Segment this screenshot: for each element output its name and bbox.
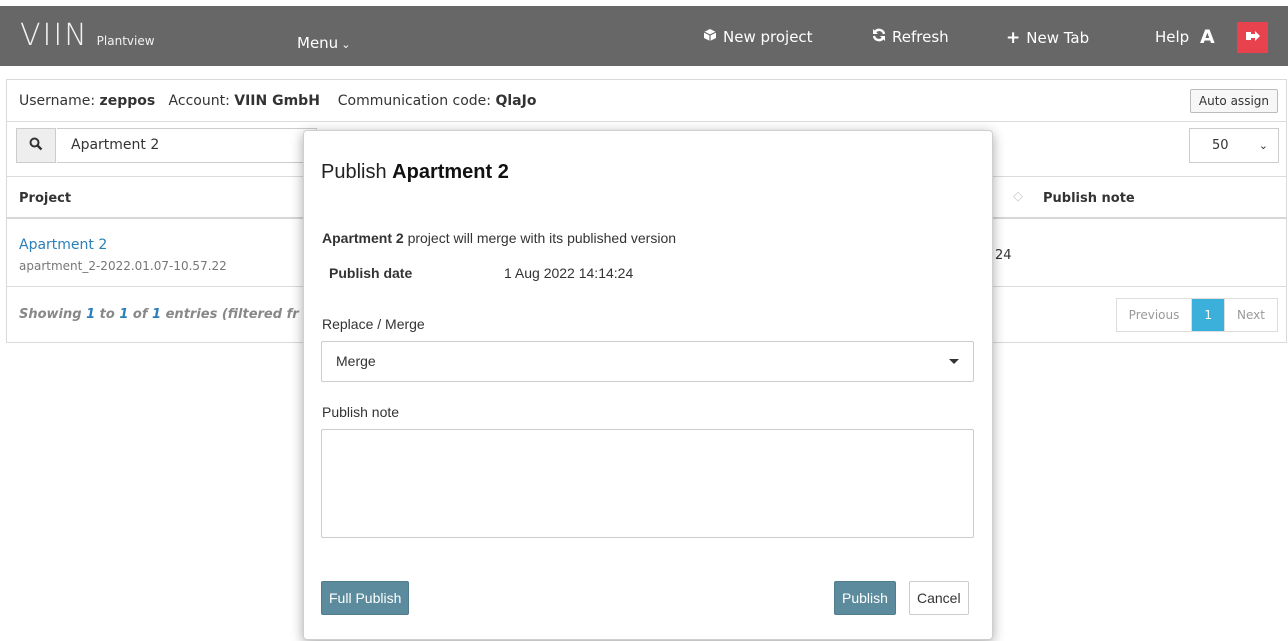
publish-date-value: 1 Aug 2022 14:14:24 <box>504 265 634 281</box>
publish-note-label: Publish note <box>322 404 400 420</box>
menu-label: Menu <box>297 34 339 52</box>
top-navbar: VIIN Plantview Menu ⌄ New project Refresh… <box>0 0 1288 66</box>
menu-dropdown[interactable]: Menu ⌄ <box>297 34 350 52</box>
project-identifier: apartment_2-2022.01.07-10.57.22 <box>19 259 227 273</box>
publish-note-textarea[interactable] <box>321 429 974 538</box>
search-input[interactable]: Apartment 2 <box>57 128 317 163</box>
auto-assign-button[interactable]: Auto assign <box>1189 89 1278 113</box>
help-link[interactable]: Help <box>1155 28 1189 46</box>
refresh-icon <box>872 28 886 46</box>
entries-total: 1 <box>152 307 162 322</box>
cancel-button[interactable]: Cancel <box>909 581 969 615</box>
cube-icon <box>703 28 717 46</box>
chevron-down-icon: ⌄ <box>341 38 351 51</box>
entries-of-word: of <box>128 307 153 322</box>
username-label: Username: <box>19 93 96 109</box>
account-value: VIIN GmbH <box>234 93 320 109</box>
new-project-button[interactable]: New project <box>703 28 813 46</box>
dialog-title-prefix: Publish <box>321 161 393 183</box>
account-label: Account: <box>168 93 230 109</box>
column-header-publish-note[interactable]: Publish note <box>1043 191 1135 206</box>
replace-merge-select[interactable]: Merge <box>321 341 974 382</box>
username-value: zeppos <box>99 93 156 109</box>
logout-icon <box>1245 28 1261 48</box>
entries-prefix: Showing <box>19 307 87 322</box>
sort-icon[interactable]: ◇ <box>1013 189 1023 204</box>
new-project-label: New project <box>723 28 813 46</box>
refresh-button[interactable]: Refresh <box>872 28 949 46</box>
row-cell-partial: 24 <box>995 248 1012 263</box>
search-icon <box>29 136 43 155</box>
publish-dialog: Publish Apartment 2 Apartment 2 project … <box>303 130 993 640</box>
pagination: Previous 1 Next <box>1115 298 1278 332</box>
brand-subtitle: Plantview <box>96 34 155 48</box>
publish-button[interactable]: Publish <box>834 581 896 615</box>
project-link[interactable]: Apartment 2 <box>19 237 107 253</box>
page-size-value: 50 <box>1212 138 1229 153</box>
pagination-previous[interactable]: Previous <box>1117 299 1193 331</box>
account-info: Username: zeppos Account: VIIN GmbH Comm… <box>19 93 536 109</box>
search-button[interactable] <box>16 128 56 163</box>
brand[interactable]: VIIN Plantview <box>20 18 155 53</box>
plus-icon: + <box>1006 28 1021 48</box>
merge-description-text: project will merge with its published ve… <box>403 230 677 246</box>
brand-logo: VIIN <box>20 18 89 53</box>
caret-down-icon <box>949 359 959 364</box>
pagination-next[interactable]: Next <box>1225 299 1277 331</box>
new-tab-label: New Tab <box>1026 29 1090 47</box>
merge-description: Apartment 2 project will merge with its … <box>322 230 676 246</box>
account-info-row: Username: zeppos Account: VIIN GmbH Comm… <box>7 80 1286 122</box>
page-size-select[interactable]: 50 ⌄ <box>1189 128 1279 163</box>
dialog-title-project: Apartment 2 <box>392 161 509 183</box>
user-initial-button[interactable]: A <box>1200 26 1215 48</box>
merge-project-name: Apartment 2 <box>322 230 404 246</box>
entries-suffix: entries (filtered fr <box>161 307 299 322</box>
communication-code-label: Communication code: <box>337 93 492 109</box>
refresh-label: Refresh <box>892 28 949 46</box>
entries-info: Showing 1 to 1 of 1 entries (filtered fr <box>19 307 299 322</box>
replace-merge-value: Merge <box>336 353 376 369</box>
logout-button[interactable] <box>1237 22 1268 53</box>
entries-to-word: to <box>95 307 120 322</box>
entries-from: 1 <box>86 307 96 322</box>
pagination-page-1[interactable]: 1 <box>1192 299 1226 331</box>
full-publish-button[interactable]: Full Publish <box>321 581 410 615</box>
new-tab-button[interactable]: + New Tab <box>1006 28 1089 48</box>
communication-code-value: QlaJo <box>495 93 537 109</box>
dialog-title: Publish Apartment 2 <box>321 161 509 184</box>
replace-merge-label: Replace / Merge <box>322 316 425 332</box>
chevron-down-icon: ⌄ <box>1258 139 1268 152</box>
publish-date-label: Publish date <box>329 265 413 281</box>
column-header-project[interactable]: Project <box>19 191 71 206</box>
